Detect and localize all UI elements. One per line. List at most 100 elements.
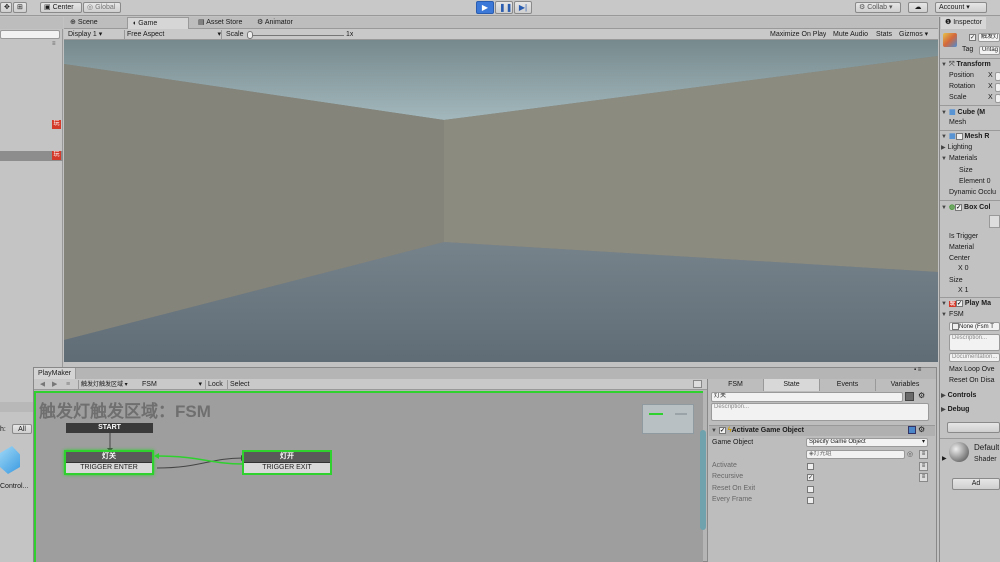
state-color-swatch[interactable]: [905, 392, 914, 401]
every-frame-checkbox[interactable]: [807, 497, 814, 504]
transform-tool-button[interactable]: ✥: [0, 2, 12, 13]
tab-game[interactable]: ◖ Game: [127, 17, 189, 29]
lock-button[interactable]: Lock: [205, 380, 226, 390]
variable-toggle-icon[interactable]: ≡: [919, 473, 928, 482]
tab-fsm[interactable]: FSM: [708, 379, 764, 391]
fold-arrow-icon: ▼: [941, 62, 947, 68]
tab-asset-store[interactable]: ▤ Asset Store: [194, 17, 246, 29]
gameobject-select[interactable]: 触发灯触发区域 ▾: [78, 380, 138, 390]
gizmos-toggle[interactable]: Gizmos ▾: [899, 30, 928, 40]
playmaker-menu-icon[interactable]: ▪ ≡: [914, 367, 921, 373]
debug-foldout[interactable]: ▶ Debug: [941, 405, 969, 415]
tab-inspector[interactable]: ❶ Inspector: [941, 17, 987, 29]
box-collider-header[interactable]: ▼ ◍✓ Box Col: [941, 203, 990, 213]
nav-back-button[interactable]: ◀: [40, 380, 45, 390]
nav-forward-button[interactable]: ▶: [52, 380, 57, 390]
state-name-input[interactable]: 灯关: [711, 392, 903, 402]
account-button[interactable]: Account ▾: [935, 2, 987, 13]
action-title[interactable]: ▼ ✓ ϟActivate Game Object: [711, 426, 804, 436]
start-node[interactable]: START: [66, 423, 153, 433]
center-x-field[interactable]: X 0: [958, 264, 969, 274]
fsm-template-field[interactable]: None (Fsm T: [949, 322, 1000, 331]
target-picker-icon[interactable]: ◎: [907, 450, 913, 458]
lighting-foldout[interactable]: ▶ Lighting: [941, 143, 972, 153]
object-active-checkbox[interactable]: ✓: [969, 34, 976, 41]
hierarchy-menu-icon[interactable]: ≡: [52, 41, 56, 47]
edit-collider-button[interactable]: [989, 215, 1000, 228]
mesh-renderer-checkbox[interactable]: [955, 132, 963, 140]
specify-gameobject-select[interactable]: Specify Game Object ▾: [806, 438, 928, 447]
state-light-off[interactable]: 灯关 TRIGGER ENTER: [64, 450, 154, 475]
project-all-button[interactable]: All: [12, 424, 32, 434]
template-checkbox[interactable]: [952, 323, 959, 330]
global-button[interactable]: ◎ Global: [83, 2, 121, 13]
action-enabled-checkbox[interactable]: ✓: [718, 426, 726, 434]
dynamic-occluded-label: Dynamic Occlu: [949, 189, 997, 196]
transform-header[interactable]: ▼ ⤧ Transform: [941, 60, 991, 70]
select-button[interactable]: Select: [227, 380, 252, 390]
fold-arrow-icon: ▼: [941, 312, 947, 318]
hierarchy-search-input[interactable]: [0, 30, 60, 39]
tag-select[interactable]: Untag: [979, 46, 1000, 55]
recursive-checkbox[interactable]: ✓: [807, 474, 814, 481]
controls-foldout[interactable]: ▶ Controls: [941, 391, 976, 401]
state-description-input[interactable]: Description...: [711, 403, 929, 421]
scale-slider-track[interactable]: [248, 35, 344, 36]
rotation-x-field[interactable]: [995, 83, 1000, 92]
fsm-select[interactable]: FSM ▾: [142, 380, 202, 390]
graph-settings-icon[interactable]: [693, 380, 702, 388]
state-event[interactable]: TRIGGER EXIT: [244, 462, 330, 473]
state-settings-icon[interactable]: ⚙: [918, 391, 925, 400]
scale-x-field[interactable]: [995, 94, 1000, 103]
tab-scene[interactable]: ⊕ Scene: [66, 17, 102, 29]
playmaker-fsm-header[interactable]: ▼ 玩 ✓ Play Ma: [941, 299, 991, 309]
size-x-field[interactable]: X 1: [958, 286, 969, 296]
game-viewport[interactable]: [64, 40, 938, 362]
collab-button[interactable]: ⚙ Collab ▾: [855, 2, 901, 13]
action-help-icon[interactable]: [908, 426, 916, 434]
minimap[interactable]: [642, 404, 694, 434]
mute-audio-toggle[interactable]: Mute Audio: [833, 30, 868, 40]
step-button[interactable]: ▶|: [514, 1, 532, 14]
box-collider-checkbox[interactable]: ✓: [955, 203, 963, 211]
target-gameobject-field[interactable]: ◈灯光组: [806, 450, 905, 459]
play-button[interactable]: ▶: [476, 1, 494, 14]
display-select[interactable]: Display 1 ▾: [68, 30, 118, 40]
materials-foldout[interactable]: ▼ Materials: [941, 154, 977, 164]
object-name-input[interactable]: 触发灯: [978, 33, 1000, 42]
action-settings-icon[interactable]: ⚙: [918, 425, 925, 434]
tab-state[interactable]: State: [764, 379, 820, 391]
state-event[interactable]: TRIGGER ENTER: [66, 462, 152, 473]
material-foldout-icon[interactable]: ▶: [942, 455, 947, 462]
tab-variables[interactable]: Variables: [876, 379, 934, 391]
mesh-renderer-header[interactable]: ▼ ▦ Mesh R: [941, 132, 989, 142]
position-x-field[interactable]: [995, 72, 1000, 81]
reset-on-disable-label: Reset On Disa: [949, 377, 995, 384]
reset-on-exit-checkbox[interactable]: [807, 486, 814, 493]
state-light-on[interactable]: 灯开 TRIGGER EXIT: [242, 450, 332, 475]
mesh-filter-header[interactable]: ▼ ▦ Cube (M: [941, 108, 985, 118]
graph-scrollbar[interactable]: [700, 430, 706, 530]
tab-animator[interactable]: ⚙ Animator: [253, 17, 297, 29]
pause-button[interactable]: ❚❚: [495, 1, 513, 14]
fsm-documentation-input[interactable]: Documentation...: [949, 353, 1000, 362]
recent-button[interactable]: ≡: [66, 380, 70, 390]
open-editor-button[interactable]: [947, 422, 1000, 433]
stats-toggle[interactable]: Stats: [876, 30, 892, 40]
variable-toggle-icon[interactable]: ≡: [919, 450, 928, 459]
tab-events[interactable]: Events: [820, 379, 876, 391]
aspect-select[interactable]: Free Aspect ▾: [124, 30, 222, 40]
scale-slider-thumb[interactable]: [247, 31, 253, 39]
fsm-foldout[interactable]: ▼ FSM: [941, 310, 964, 320]
rect-tool-button[interactable]: ⊞: [13, 2, 27, 13]
playmaker-checkbox[interactable]: ✓: [955, 299, 963, 307]
scale-value: 1x: [346, 31, 354, 38]
collab-icon: ⚙: [859, 4, 868, 11]
fsm-description-input[interactable]: Description...: [949, 334, 1000, 351]
activate-checkbox[interactable]: [807, 463, 814, 470]
maximize-on-play-toggle[interactable]: Maximize On Play: [770, 30, 826, 40]
variable-toggle-icon[interactable]: ≡: [919, 462, 928, 471]
pivot-center-button[interactable]: ▣ Center: [40, 2, 82, 13]
add-component-button[interactable]: Ad: [952, 478, 1000, 490]
cloud-button[interactable]: ☁: [908, 2, 928, 13]
